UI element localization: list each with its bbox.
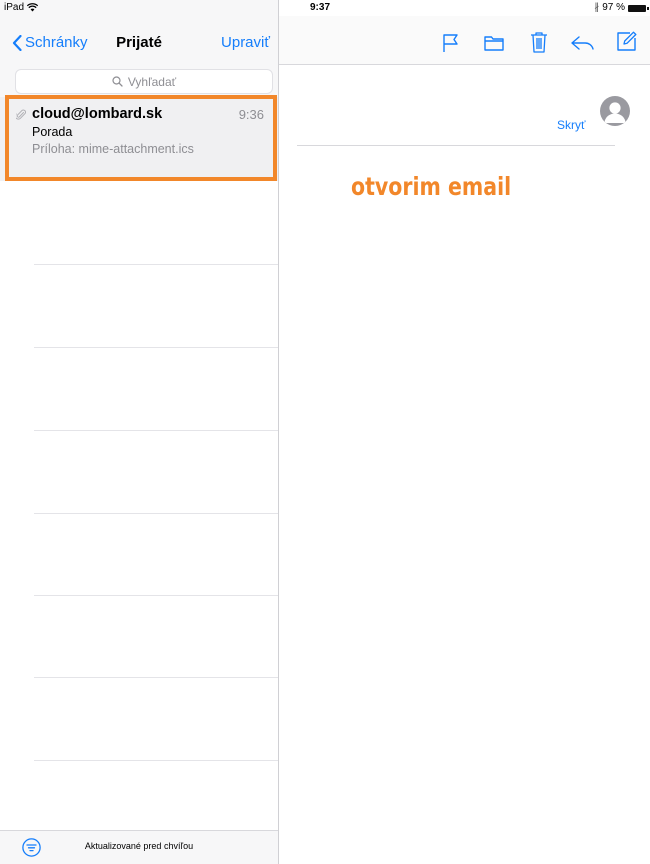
back-button[interactable]: Schránky [12, 34, 88, 51]
list-divider [34, 677, 278, 678]
message-preview: Príloha: mime-attachment.ics [32, 142, 194, 156]
edit-button[interactable]: Upraviť [221, 34, 270, 51]
mailbox-list-pane: Prijaté Schránky Upraviť Vyhľadať cloud@… [0, 0, 279, 864]
compose-icon[interactable] [617, 31, 637, 51]
paperclip-icon [16, 109, 26, 120]
search-placeholder: Vyhľadať [127, 74, 177, 89]
message-row[interactable]: cloud@lombard.sk 9:36 Porada Príloha: mi… [0, 97, 278, 181]
clock: 9:37 [310, 2, 331, 13]
header-divider [297, 145, 615, 146]
list-nav-bar: Prijaté Schránky Upraviť [0, 16, 278, 64]
device-label: iPad [4, 2, 25, 13]
list-divider [34, 760, 278, 761]
wifi-icon [26, 3, 38, 12]
back-label: Schránky [25, 34, 88, 51]
status-right: ∦ 97 % [594, 0, 649, 16]
detail-toolbar [279, 16, 650, 65]
folder-icon[interactable] [484, 35, 504, 51]
message-sender: cloud@lombard.sk [32, 106, 163, 122]
annotation-label: otvorim email [351, 172, 512, 201]
reply-icon[interactable] [571, 35, 595, 51]
search-input[interactable]: Vyhľadať [15, 69, 273, 94]
message-detail-pane: Skryť otvorim email [279, 0, 650, 864]
battery-percent: 97 % [602, 2, 625, 13]
bluetooth-icon: ∦ [594, 2, 600, 13]
device-indicator: iPad [4, 0, 38, 16]
list-divider [34, 430, 278, 431]
battery-icon [628, 4, 649, 12]
update-status: Aktualizované pred chvíľou [84, 841, 194, 851]
search-icon [112, 76, 123, 87]
message-list: cloud@lombard.sk 9:36 Porada Príloha: mi… [0, 97, 278, 831]
trash-icon[interactable] [530, 31, 548, 53]
chevron-left-icon [12, 34, 22, 51]
flag-icon[interactable] [442, 33, 460, 53]
list-footer: Aktualizované pred chvíľou [0, 830, 278, 864]
avatar [600, 96, 630, 126]
list-divider [34, 264, 278, 265]
hide-details-link[interactable]: Skryť [557, 118, 586, 132]
list-divider [34, 513, 278, 514]
message-time: 9:36 [238, 107, 264, 122]
status-bar: iPad 9:37 ∦ 97 % [0, 0, 650, 16]
list-divider [34, 347, 278, 348]
person-icon [604, 102, 626, 123]
message-subject: Porada [32, 125, 73, 139]
list-divider [34, 595, 278, 596]
